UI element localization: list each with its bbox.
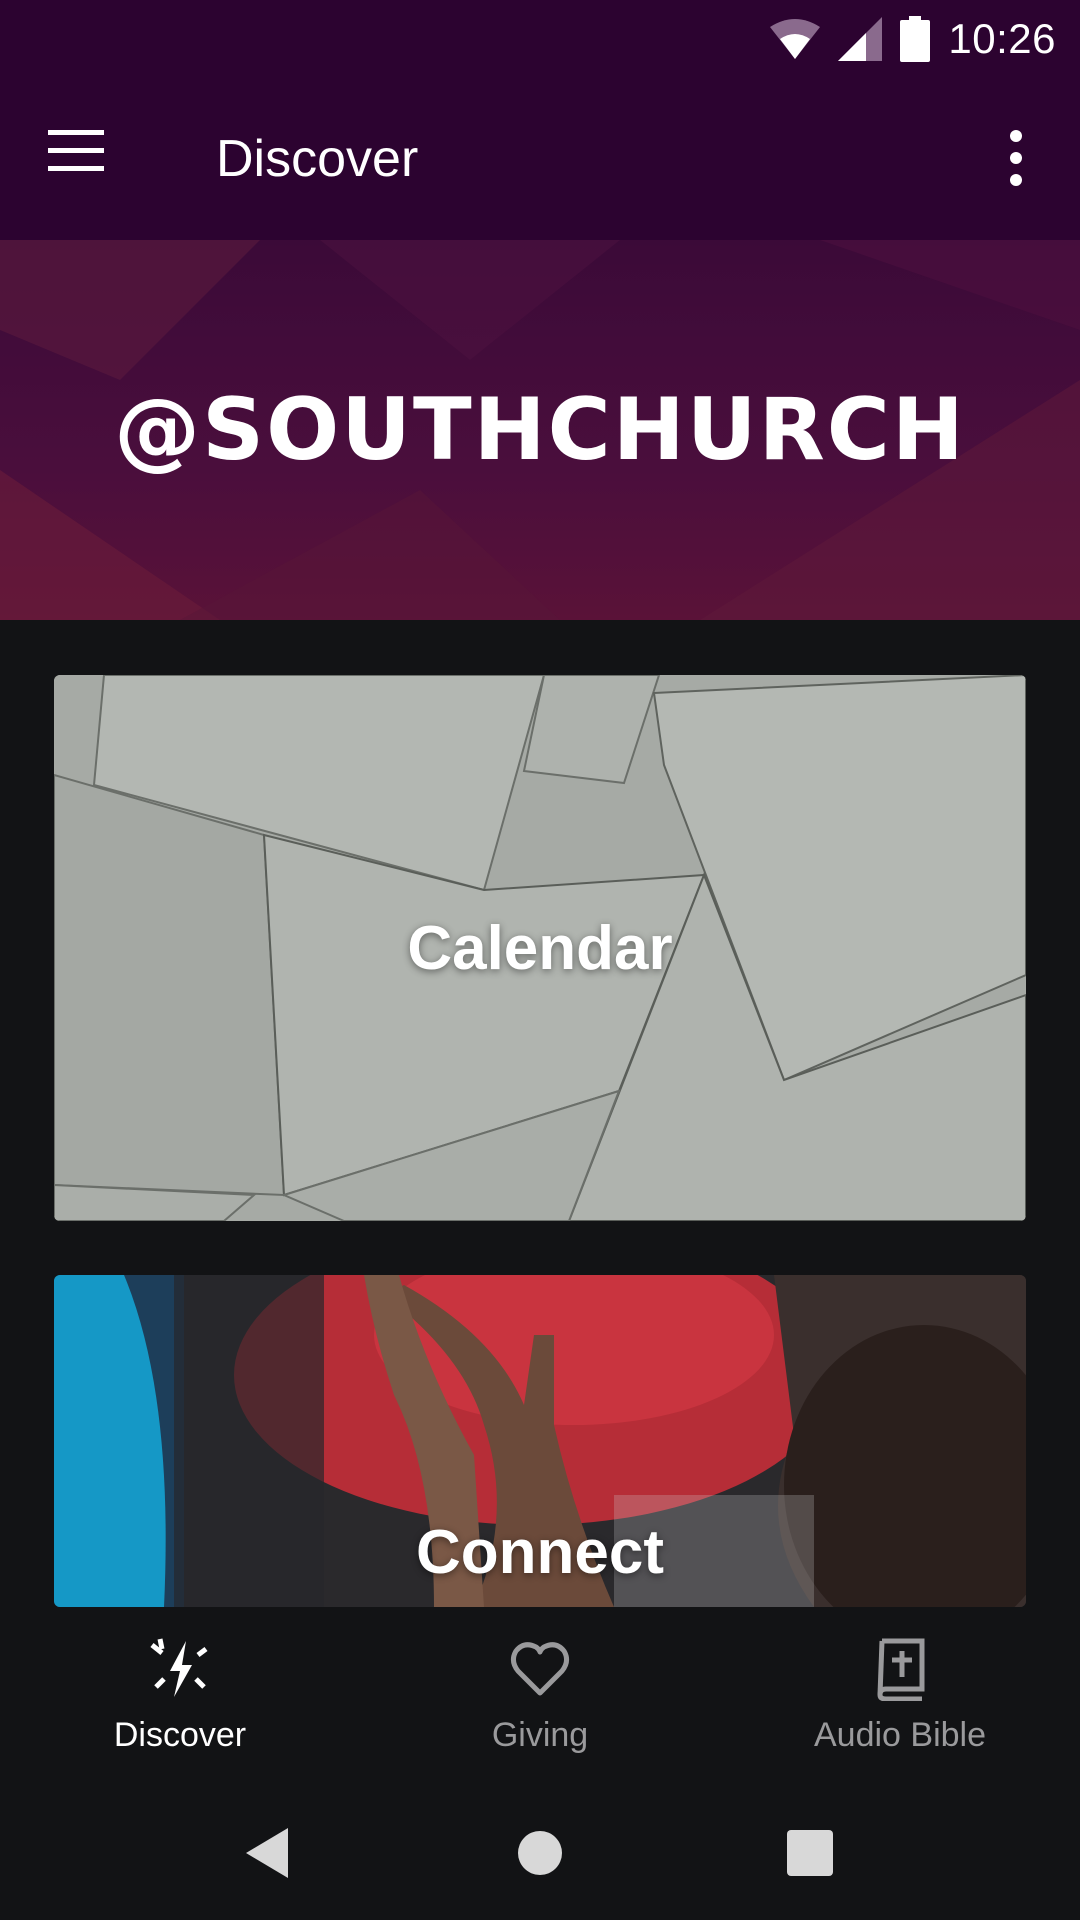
status-time: 10:26 [948,15,1056,62]
bottom-navigation: Discover Giving Audio Bible [0,1607,1080,1782]
banner-text: @SOUTHCHURCH [114,380,966,480]
recents-icon[interactable] [775,1818,845,1888]
status-icons: 10:26 [770,10,1056,68]
calendar-card[interactable]: Calendar [54,675,1026,1221]
banner-logo: @SOUTHCHURCH [0,240,1080,620]
more-vert-icon[interactable] [988,124,1044,194]
heart-icon [508,1637,572,1706]
connect-card[interactable]: Connect [54,1275,1026,1607]
nav-item-audio-bible[interactable]: Audio Bible [720,1607,1080,1782]
nav-label-discover: Discover [113,1716,247,1754]
connect-card-label: Connect [416,1518,664,1587]
hamburger-menu-icon[interactable] [48,130,120,190]
nav-item-giving[interactable]: Giving [360,1607,720,1782]
cell-signal-icon [838,17,883,61]
church-banner: @SOUTHCHURCH [0,240,1080,620]
status-bar: 10:26 [0,0,1080,78]
back-icon[interactable] [232,1818,302,1888]
nav-label-audio-bible: Audio Bible [813,1716,986,1754]
home-icon[interactable] [505,1818,575,1888]
system-navigation-bar [0,1782,1080,1920]
nav-item-discover[interactable]: Discover [0,1607,360,1782]
bible-book-icon [868,1637,932,1706]
nav-label-giving: Giving [491,1716,589,1754]
wifi-icon [770,19,821,59]
page-title: Discover [216,130,419,188]
calendar-card-label: Calendar [407,914,673,983]
app-bar: Discover [0,78,1080,240]
battery-icon [900,16,931,62]
discover-sparkle-icon [148,1637,212,1706]
